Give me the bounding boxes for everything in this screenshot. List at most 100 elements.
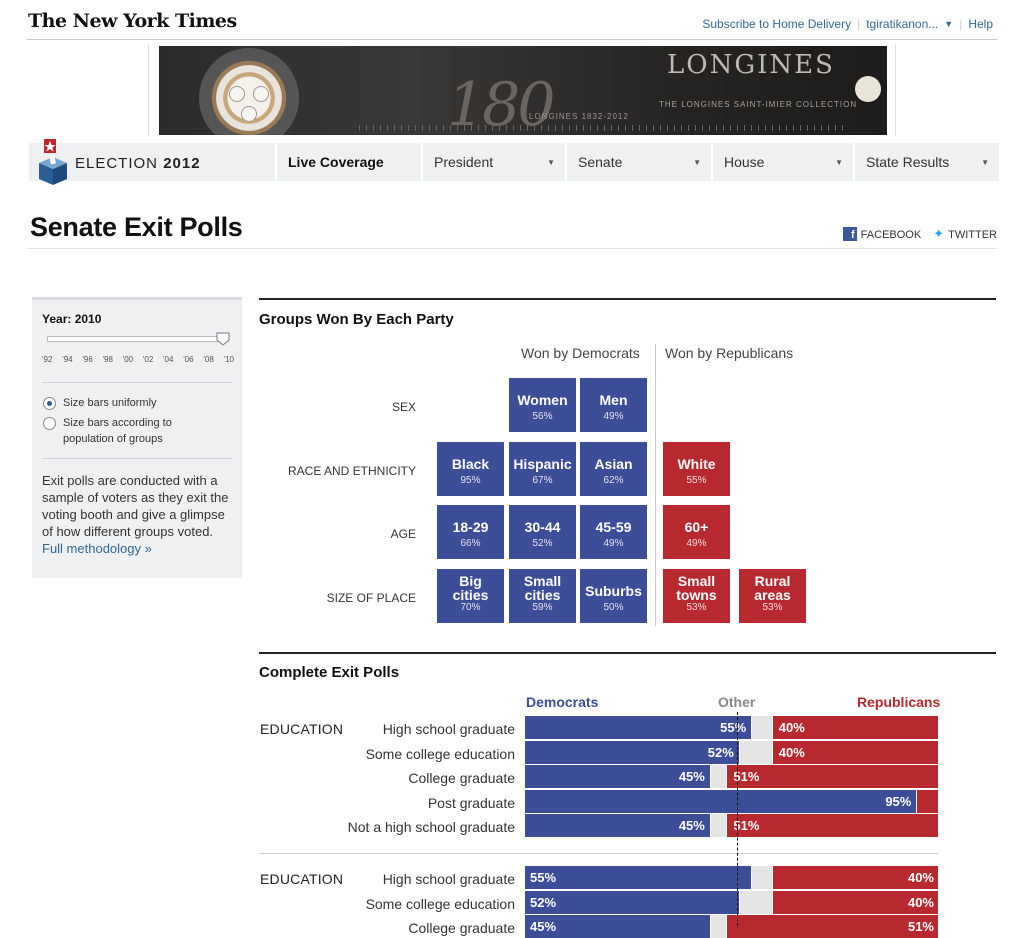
bar-democrats: [525, 716, 752, 739]
divider: |: [959, 17, 963, 31]
poll-row-label: College graduate: [408, 770, 515, 786]
watch-image: [199, 48, 299, 135]
group-name: Small towns: [676, 573, 717, 603]
bar-other: [752, 866, 772, 889]
caret-down-icon: ▼: [835, 158, 843, 167]
poll-row-label: College graduate: [408, 920, 515, 936]
election-2012-brand[interactable]: ELECTION 2012: [75, 155, 201, 172]
year-ticks: '92 '94 '96 '98 '00 '02 '04 '06 '08 '10: [42, 355, 234, 364]
year-tick: '06: [183, 355, 194, 364]
group-row-label: SIZE OF PLACE: [326, 591, 416, 605]
facebook-label: FACEBOOK: [860, 229, 922, 241]
tab-live-coverage[interactable]: Live Coverage: [275, 143, 421, 181]
group-tile[interactable]: 45-59 49%: [580, 505, 647, 559]
poll-bar[interactable]: 45% 51%: [525, 915, 938, 938]
poll-row-label: Some college education: [365, 745, 515, 762]
tab-house[interactable]: House ▼: [711, 143, 853, 181]
top-nav: Subscribe to Home Delivery | tgiratikano…: [702, 17, 993, 31]
block-divider: [259, 853, 938, 854]
twitter-share[interactable]: ✦ TWITTER: [933, 226, 997, 242]
poll-bar[interactable]: 55% 40%: [525, 716, 938, 739]
group-tile[interactable]: Asian 62%: [580, 442, 647, 496]
group-percent: 49%: [686, 538, 707, 549]
group-tile[interactable]: 18-29 66%: [437, 505, 504, 559]
groups-heading: Groups Won By Each Party: [259, 311, 454, 328]
poll-bar[interactable]: 45% 51%: [525, 814, 938, 837]
radio-size-uniform[interactable]: [43, 397, 56, 410]
ballot-box-icon: [39, 139, 67, 185]
won-by-republicans-label: Won by Republicans: [665, 345, 794, 361]
caret-down-icon: ▼: [693, 158, 701, 167]
ad-years: LONGINES 1832-2012: [529, 112, 629, 121]
tab-senate[interactable]: Senate ▼: [565, 143, 711, 181]
poll-bar[interactable]: 52% 40%: [525, 890, 938, 914]
advertisement-banner[interactable]: 180 LONGINES 1832-2012 LONGINES THE LONG…: [159, 46, 887, 135]
radio-label-uniform[interactable]: Size bars uniformly: [63, 395, 157, 411]
bar-republicans: [727, 915, 938, 938]
poll-bar[interactable]: 55% 40%: [525, 866, 938, 889]
section-rule: [259, 298, 996, 300]
group-percent: 67%: [532, 475, 553, 486]
group-tile[interactable]: Big cities 70%: [437, 569, 504, 623]
bar-other: [739, 890, 772, 914]
group-tile[interactable]: Men 49%: [580, 378, 647, 432]
party-divider: [655, 344, 656, 626]
group-tile[interactable]: Rural areas 53%: [739, 569, 806, 623]
group-percent: 50%: [603, 602, 624, 613]
poll-bar[interactable]: 95%: [525, 789, 938, 813]
group-name: 45-59: [595, 519, 632, 535]
chevron-down-icon[interactable]: ▼: [944, 19, 953, 29]
tab-president[interactable]: President ▼: [421, 143, 565, 181]
divider: [42, 382, 232, 383]
bar-democrats-label: 45%: [530, 919, 557, 934]
group-name: Asian: [594, 456, 633, 472]
tab-label: Live Coverage: [288, 154, 384, 170]
radio-label-population[interactable]: Size bars according to population of gro…: [63, 415, 223, 447]
year-tick: '04: [163, 355, 174, 364]
subscribe-link[interactable]: Subscribe to Home Delivery: [702, 17, 851, 31]
year-tick: '08: [203, 355, 214, 364]
ad-brand: LONGINES: [667, 50, 835, 80]
group-tile[interactable]: Small towns 53%: [663, 569, 730, 623]
ad-scale-decoration: [359, 125, 847, 131]
year-slider-track[interactable]: [47, 336, 229, 342]
group-percent: 70%: [460, 602, 481, 613]
group-name: Men: [599, 392, 628, 408]
radio-size-population[interactable]: [43, 417, 56, 430]
tab-label: Senate: [578, 154, 623, 170]
poll-bar[interactable]: 52% 40%: [525, 740, 938, 764]
methodology-link[interactable]: Full methodology »: [42, 541, 152, 556]
nyt-logo[interactable]: The New York Times: [28, 10, 237, 32]
group-tile[interactable]: Small cities 59%: [509, 569, 576, 623]
poll-row-label: High school graduate: [382, 721, 515, 737]
fifty-percent-line: [737, 712, 738, 926]
help-link[interactable]: Help: [968, 17, 993, 31]
group-tile[interactable]: Suburbs 50%: [580, 569, 647, 623]
divider: |: [857, 17, 861, 31]
group-percent: 56%: [532, 411, 553, 422]
tab-state-results[interactable]: State Results ▼: [853, 143, 999, 181]
col-other: Other: [718, 694, 756, 710]
tab-label: House: [724, 154, 765, 170]
bar-other: [739, 740, 772, 764]
poll-bar[interactable]: 45% 51%: [525, 765, 938, 788]
year-tick: '02: [142, 355, 154, 364]
year-tick: '98: [102, 355, 113, 364]
bar-democrats-label: 55%: [530, 870, 557, 885]
group-name: Rural areas: [754, 573, 791, 603]
year-slider-handle[interactable]: [216, 332, 230, 346]
group-tile[interactable]: White 55%: [663, 442, 730, 496]
group-tile[interactable]: 60+ 49%: [663, 505, 730, 559]
user-menu[interactable]: tgiratikanon...: [866, 17, 938, 31]
tab-label: State Results: [866, 154, 950, 170]
share-links: f FACEBOOK ✦ TWITTER: [842, 226, 997, 242]
twitter-label: TWITTER: [948, 229, 997, 241]
group-tile[interactable]: Black 95%: [437, 442, 504, 496]
group-tile[interactable]: Hispanic 67%: [509, 442, 576, 496]
group-percent: 95%: [460, 475, 481, 486]
facebook-share[interactable]: f FACEBOOK: [842, 227, 922, 241]
group-tile[interactable]: Women 56%: [509, 378, 576, 432]
col-republicans: Republicans: [857, 694, 941, 710]
group-tile[interactable]: 30-44 52%: [509, 505, 576, 559]
bar-other: [710, 765, 727, 788]
